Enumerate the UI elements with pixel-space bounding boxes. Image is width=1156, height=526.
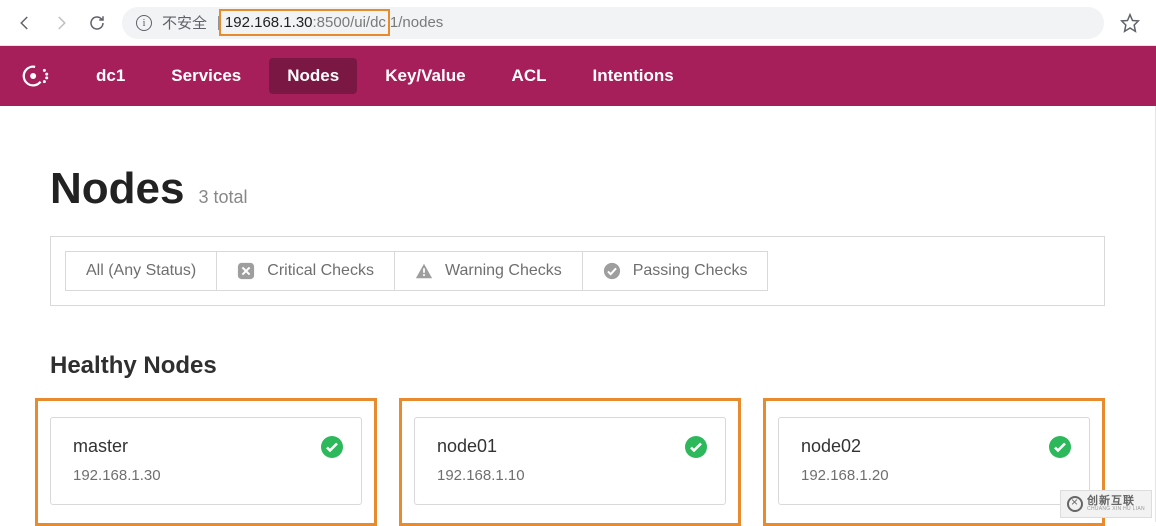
page-content: Nodes 3 total All (Any Status) Critical …	[0, 106, 1156, 522]
healthy-nodes-heading: Healthy Nodes	[50, 352, 1105, 380]
consul-logo-icon[interactable]	[20, 61, 50, 91]
node-ip: 192.168.1.10	[437, 467, 703, 484]
node-card-highlight: node02 192.168.1.20	[763, 398, 1105, 526]
page-title-row: Nodes 3 total	[50, 164, 1105, 214]
total-count-label: 3 total	[198, 187, 247, 208]
reload-button[interactable]	[86, 12, 108, 34]
node-name: node01	[437, 436, 703, 457]
watermark-text2: CHUANG XIN HU LIAN	[1087, 507, 1145, 512]
critical-icon	[237, 262, 255, 280]
forward-button[interactable]	[50, 12, 72, 34]
nav-key-value[interactable]: Key/Value	[367, 58, 483, 94]
url-path-inside: /ui/dc	[350, 14, 386, 31]
nav-acl[interactable]: ACL	[494, 58, 565, 94]
nav-nodes[interactable]: Nodes	[269, 58, 357, 94]
node-ip: 192.168.1.30	[73, 467, 339, 484]
filter-all[interactable]: All (Any Status)	[65, 251, 217, 291]
warning-icon	[415, 262, 433, 280]
healthy-nodes-row: master 192.168.1.30 node01 192.168.1.10 …	[50, 398, 1105, 526]
url-host: 192.168.1.30	[225, 14, 313, 31]
filter-passing[interactable]: Passing Checks	[583, 251, 769, 291]
page-title: Nodes	[50, 164, 184, 214]
node-name: master	[73, 436, 339, 457]
watermark-badge: 创新互联 CHUANG XIN HU LIAN	[1060, 490, 1152, 518]
url-port: :8500	[313, 14, 351, 31]
node-card[interactable]: master 192.168.1.30	[50, 417, 362, 505]
nav-intentions[interactable]: Intentions	[575, 58, 692, 94]
bookmark-star-icon[interactable]	[1118, 11, 1142, 35]
url-text: | 192.168.1.30:8500/ui/dc 1/nodes	[217, 9, 443, 36]
filter-warning[interactable]: Warning Checks	[395, 251, 583, 291]
site-info-icon[interactable]: i	[136, 15, 152, 31]
node-ip: 192.168.1.20	[801, 467, 1067, 484]
status-passing-icon	[321, 436, 343, 458]
passing-icon	[603, 262, 621, 280]
filter-critical-label: Critical Checks	[267, 262, 374, 280]
address-bar[interactable]: i 不安全 | 192.168.1.30:8500/ui/dc 1/nodes	[122, 7, 1104, 39]
browser-toolbar: i 不安全 | 192.168.1.30:8500/ui/dc 1/nodes	[0, 0, 1156, 46]
back-button[interactable]	[14, 12, 36, 34]
node-card-highlight: master 192.168.1.30	[35, 398, 377, 526]
url-path-rest: 1/nodes	[390, 14, 443, 31]
filter-bar: All (Any Status) Critical Checks Warning…	[50, 236, 1105, 306]
node-card-highlight: node01 192.168.1.10	[399, 398, 741, 526]
filter-passing-label: Passing Checks	[633, 262, 748, 280]
nav-services[interactable]: Services	[153, 58, 259, 94]
filter-critical[interactable]: Critical Checks	[217, 251, 395, 291]
status-passing-icon	[1049, 436, 1071, 458]
nav-datacenter[interactable]: dc1	[78, 58, 143, 94]
node-card[interactable]: node02 192.168.1.20	[778, 417, 1090, 505]
status-passing-icon	[685, 436, 707, 458]
filter-all-label: All (Any Status)	[86, 262, 196, 280]
node-card[interactable]: node01 192.168.1.10	[414, 417, 726, 505]
insecure-label: 不安全	[162, 12, 207, 33]
filter-warning-label: Warning Checks	[445, 262, 562, 280]
node-name: node02	[801, 436, 1067, 457]
app-header: dc1 Services Nodes Key/Value ACL Intenti…	[0, 46, 1156, 106]
watermark-logo-icon	[1067, 496, 1083, 512]
